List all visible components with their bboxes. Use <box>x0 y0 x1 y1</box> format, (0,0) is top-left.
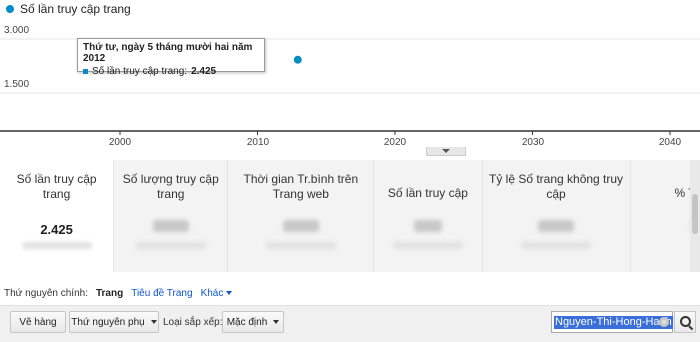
metric-subtext-blurred <box>136 242 206 249</box>
chart-tooltip: Thứ tư, ngày 5 tháng mười hai năm 2012 S… <box>77 38 265 72</box>
caret-down-icon <box>273 320 279 324</box>
metric-subtext-blurred <box>22 242 92 249</box>
clear-icon[interactable]: × <box>659 317 669 327</box>
metric-value-blurred <box>414 220 442 232</box>
search-button[interactable] <box>674 311 696 333</box>
caret-down-icon <box>151 320 157 324</box>
chart-collapse-handle[interactable] <box>426 147 466 156</box>
sort-type-dropdown[interactable]: Mặc định <box>222 311 284 333</box>
metrics-scorecard: Số lần truy cập trang 2.425 Số lượng tru… <box>0 160 700 272</box>
metric-unique-pageviews[interactable]: Số lượng truy cập trang <box>114 160 228 272</box>
search-icon-handle <box>688 325 693 330</box>
metric-label: Số lượng truy cập trang <box>114 160 227 202</box>
tooltip-series-label: Số lần truy cập trang: <box>92 66 187 77</box>
tooltip-date: Thứ tư, ngày 5 tháng mười hai năm 2012 <box>83 42 259 64</box>
dimension-other-dropdown[interactable]: Khác <box>201 288 233 299</box>
metrics-scrollbar[interactable] <box>690 160 700 272</box>
dimension-other-label: Khác <box>201 288 224 299</box>
metric-subtext-blurred <box>266 242 336 249</box>
metric-subtext-blurred <box>393 242 463 249</box>
metric-value-blurred <box>153 220 189 232</box>
metric-value-blurred <box>538 220 574 232</box>
primary-dimension-bar: Thứ nguyên chính: Trang Tiêu đề Trang Kh… <box>4 288 232 299</box>
sort-type-label: Loại sắp xếp: <box>163 317 223 328</box>
tooltip-value: 2.425 <box>191 66 216 77</box>
dimension-page[interactable]: Trang <box>96 288 123 299</box>
metric-label: Số lần truy cập trang <box>0 160 113 202</box>
metric-value: 2.425 <box>0 222 113 237</box>
table-filter-input[interactable]: Nguyen-Thi-Hong-Hanh × <box>551 311 673 333</box>
secondary-dimension-label: Thứ nguyên phụ <box>71 317 144 328</box>
x-tick-2020: 2020 <box>384 137 406 148</box>
metric-entrances[interactable]: Số lần truy cập <box>374 160 482 272</box>
filter-input-value[interactable]: Nguyen-Thi-Hong-Hanh <box>554 316 673 329</box>
data-point[interactable] <box>294 56 302 64</box>
secondary-dimension-dropdown[interactable]: Thứ nguyên phụ <box>69 311 159 333</box>
metric-label: Tỷ lệ Số trang không truy cập <box>483 160 630 202</box>
dimension-page-title[interactable]: Tiêu đề Trang <box>131 288 192 299</box>
x-tick-2040: 2040 <box>659 137 681 148</box>
scrollbar-thumb[interactable] <box>692 194 698 234</box>
plot-rows-button[interactable]: Vẽ hàng <box>10 311 66 333</box>
metric-bounce-rate[interactable]: Tỷ lệ Số trang không truy cập <box>483 160 631 272</box>
metric-label: Số lần truy cập <box>374 160 481 201</box>
metric-pageviews[interactable]: Số lần truy cập trang 2.425 <box>0 160 114 272</box>
caret-down-icon <box>226 291 232 295</box>
sort-type-value: Mặc định <box>227 317 268 328</box>
x-tick-2030: 2030 <box>522 137 544 148</box>
metric-subtext-blurred <box>521 242 591 249</box>
primary-dimension-label: Thứ nguyên chính: <box>4 288 88 299</box>
table-toolbar: Vẽ hàng Thứ nguyên phụ Loại sắp xếp: Mặc… <box>0 305 700 342</box>
metric-value-blurred <box>283 220 319 232</box>
metric-avg-time[interactable]: Thời gian Tr.bình trên Trang web <box>228 160 374 272</box>
metric-label: Thời gian Tr.bình trên Trang web <box>228 160 373 202</box>
tooltip-series-icon <box>83 69 88 74</box>
x-tick-2000: 2000 <box>109 137 131 148</box>
line-chart: Số lần truy cập trang 3.000 1.500 2000 2… <box>0 0 700 150</box>
chevron-down-icon <box>442 149 450 153</box>
x-tick-2010: 2010 <box>247 137 269 148</box>
